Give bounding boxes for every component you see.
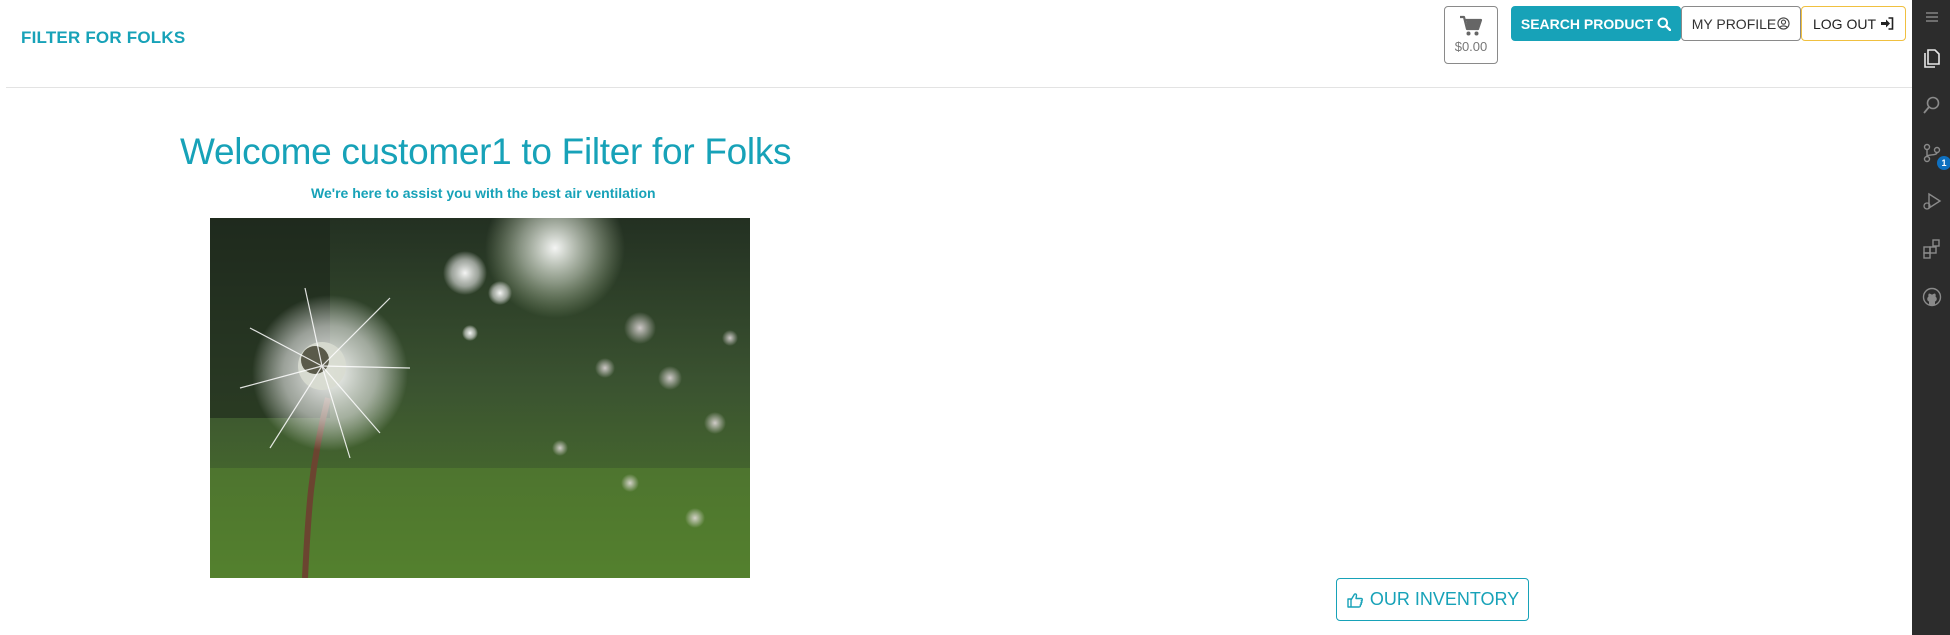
github-icon[interactable] <box>1921 286 1943 308</box>
search-icon[interactable] <box>1921 94 1943 116</box>
sign-in-icon <box>1881 17 1894 30</box>
welcome-subtitle: We're here to assist you with the best a… <box>311 185 656 201</box>
cart-button[interactable]: $0.00 <box>1444 6 1498 64</box>
top-navbar: FILTER FOR FOLKS $0.00 SEARCH PRODUCT MY… <box>6 0 1912 88</box>
shopping-cart-icon <box>1460 15 1483 36</box>
my-profile-button[interactable]: MY PROFILE <box>1681 6 1801 41</box>
app-page: FILTER FOR FOLKS $0.00 SEARCH PRODUCT MY… <box>0 0 1912 635</box>
search-icon <box>1657 17 1672 31</box>
hand-pointing-icon <box>1347 592 1363 608</box>
log-out-label: LOG OUT <box>1812 15 1876 32</box>
source-control-badge: 1 <box>1937 156 1950 170</box>
dandelion-hero-image <box>210 218 750 578</box>
user-circle-icon <box>1777 17 1790 30</box>
menu-icon[interactable] <box>1921 6 1943 28</box>
files-icon[interactable] <box>1921 46 1943 68</box>
extensions-icon[interactable] <box>1921 238 1943 260</box>
log-out-button[interactable]: LOG OUT <box>1801 6 1906 41</box>
activity-bar: 1 <box>1912 0 1950 635</box>
run-debug-icon[interactable] <box>1921 190 1943 212</box>
our-inventory-button[interactable]: OUR INVENTORY <box>1336 578 1529 621</box>
cart-total: $0.00 <box>1454 39 1488 54</box>
our-inventory-label: OUR INVENTORY <box>1369 589 1520 609</box>
welcome-heading: Welcome customer1 to Filter for Folks <box>180 131 792 172</box>
brand-logo-text[interactable]: FILTER FOR FOLKS <box>21 28 185 48</box>
search-product-label: SEARCH PRODUCT <box>1520 15 1654 32</box>
my-profile-label: MY PROFILE <box>1691 15 1777 32</box>
search-product-button[interactable]: SEARCH PRODUCT <box>1511 6 1681 41</box>
